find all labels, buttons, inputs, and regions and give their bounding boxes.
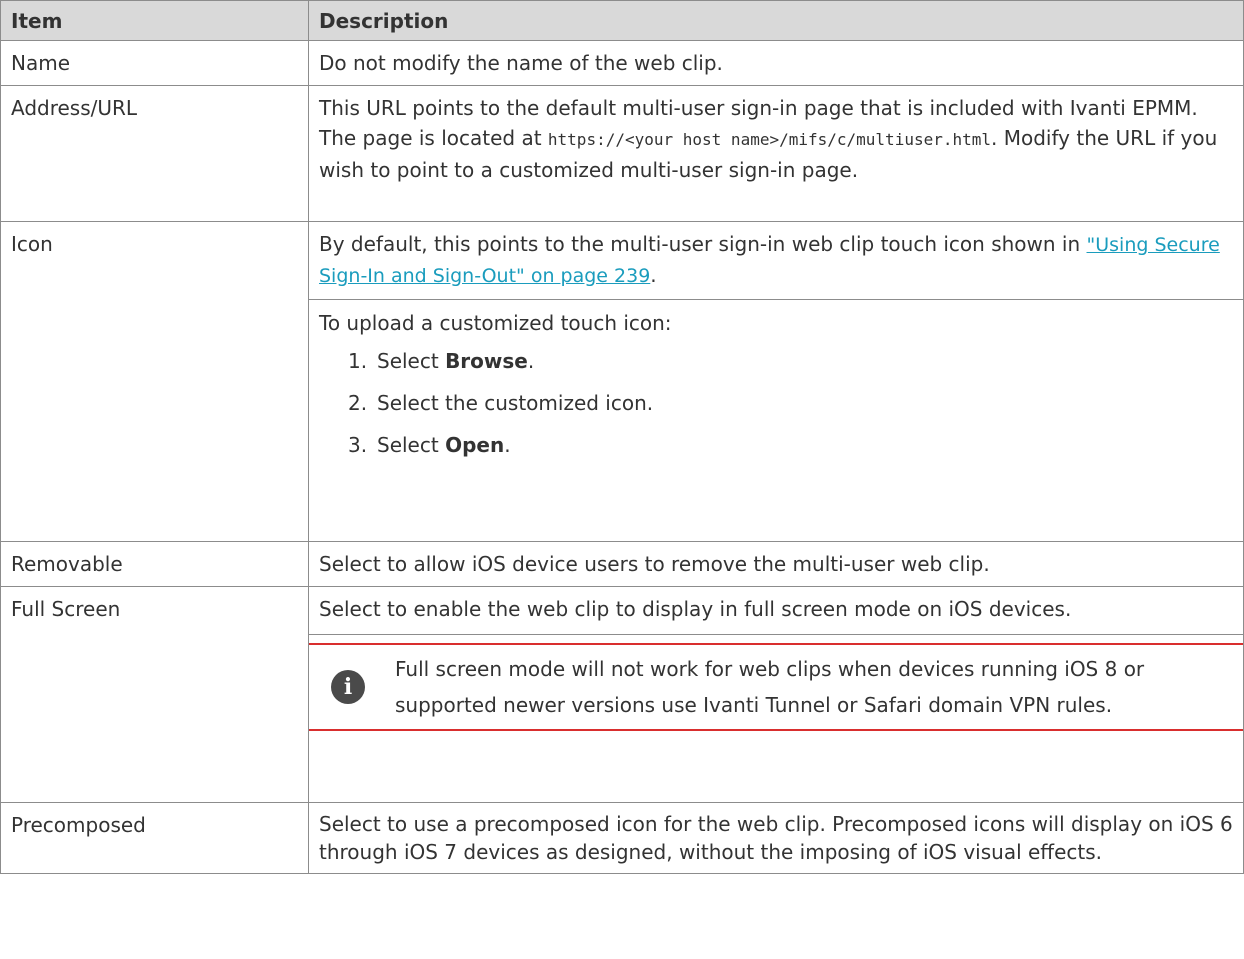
step-text: Select: [377, 349, 446, 373]
icon-text-before: By default, this points to the multi-use…: [319, 232, 1087, 256]
row-name-description: Do not modify the name of the web clip.: [308, 40, 1244, 86]
row-removable-item: Removable: [0, 541, 309, 587]
step-bold-text: Browse: [445, 349, 528, 373]
row-address-item: Address/URL: [0, 85, 309, 222]
settings-table: Item Description Name Do not modify the …: [0, 0, 1244, 874]
note-text: Full screen mode will not work for web c…: [395, 657, 1145, 717]
step-end: .: [504, 433, 511, 457]
table-row-removable: Removable Select to allow iOS device use…: [0, 541, 1244, 587]
cell-divider: [309, 634, 1243, 635]
full-screen-text: Select to enable the web clip to display…: [319, 597, 1072, 621]
list-item: 2. Select the customized icon.: [348, 382, 1234, 424]
note-box: i Full screen mode will not work for web…: [309, 643, 1243, 731]
table-row-full-screen: Full Screen Select to enable the web cli…: [0, 586, 1244, 803]
row-address-description: This URL points to the default multi-use…: [308, 85, 1244, 222]
step-number: 1.: [348, 349, 368, 373]
header-description: Description: [308, 0, 1244, 41]
header-row: Item Description: [0, 0, 1244, 41]
row-full-screen-description: Select to enable the web clip to display…: [308, 586, 1244, 803]
table-row-address: Address/URL This URL points to the defau…: [0, 85, 1244, 222]
step-bold-text: Open: [445, 433, 505, 457]
table-row-name: Name Do not modify the name of the web c…: [0, 40, 1244, 86]
table-row-icon: Icon By default, this points to the mult…: [0, 221, 1244, 542]
row-icon-item: Icon: [0, 221, 309, 542]
step-number: 2.: [348, 391, 368, 415]
row-icon-description: By default, this points to the multi-use…: [308, 221, 1244, 542]
step-end: .: [527, 349, 535, 373]
upload-steps-list: 1. Select Browse. 2. Select the customiz…: [319, 340, 1234, 466]
address-code: https://<your host name>/mifs/c/multiuse…: [547, 130, 992, 149]
row-precomposed-item: Precomposed: [0, 802, 309, 874]
table-row-precomposed: Precomposed Select to use a precomposed …: [0, 802, 1244, 874]
row-name-item: Name: [0, 40, 309, 86]
list-item: 3. Select Open.: [348, 424, 1234, 466]
header-item: Item: [0, 0, 309, 41]
row-full-screen-item: Full Screen: [0, 586, 309, 803]
list-item: 1. Select Browse.: [348, 340, 1234, 382]
step-text: Select the customized icon.: [377, 391, 654, 415]
upload-intro: To upload a customized touch icon:: [319, 311, 672, 335]
info-icon: i: [331, 670, 365, 704]
icon-text-after: .: [650, 263, 657, 287]
row-precomposed-description: Select to use a precomposed icon for the…: [308, 802, 1244, 874]
step-number: 3.: [348, 433, 368, 457]
row-removable-description: Select to allow iOS device users to remo…: [308, 541, 1244, 587]
step-text: Select: [377, 433, 446, 457]
